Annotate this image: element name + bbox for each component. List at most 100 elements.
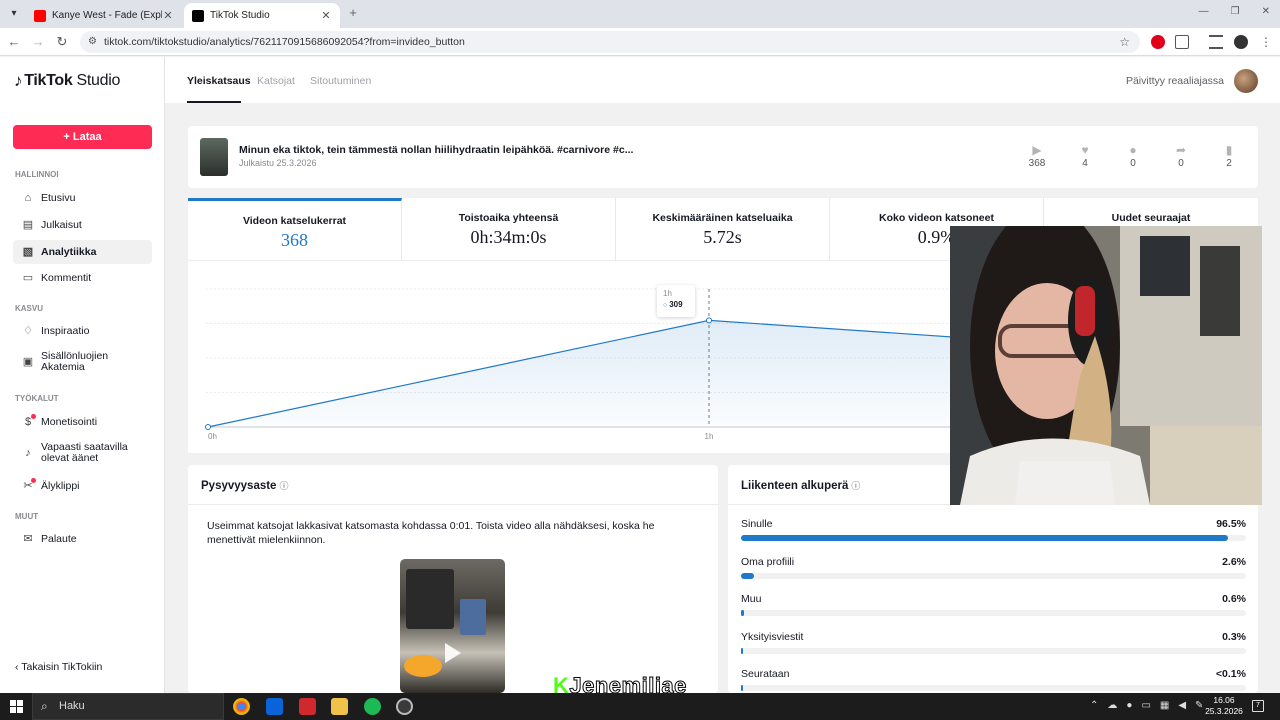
clock-date: 25.3.2026 bbox=[1205, 706, 1243, 716]
back-to-tiktok-link[interactable]: ‹ Takaisin TikTokiin bbox=[15, 661, 102, 673]
tab-list-chevron-icon[interactable]: ▾ bbox=[6, 6, 22, 22]
app-l-taskbar-icon[interactable] bbox=[299, 698, 316, 715]
sidebar-item-monetization[interactable]: $ Monetisointi bbox=[13, 410, 152, 434]
posts-icon: ▤ bbox=[22, 219, 34, 231]
source-name: Yksityisviestit bbox=[741, 630, 804, 643]
info-icon[interactable]: ⓘ bbox=[851, 481, 860, 491]
sidebar-item-label: Palaute bbox=[41, 533, 77, 545]
bookmark-icon: ▮ bbox=[1225, 143, 1233, 157]
media-control-icon[interactable] bbox=[1209, 35, 1223, 49]
windows-start-icon[interactable] bbox=[10, 700, 23, 713]
metric-watch-time[interactable]: Toistoaika yhteensä 0h:34m:0s bbox=[402, 198, 616, 261]
metric-avg-watch-time[interactable]: Keskimääräinen katseluaika 5.72s bbox=[616, 198, 830, 261]
sidebar-item-academy[interactable]: ▣ Sisällönluojien Akatemia bbox=[13, 346, 152, 378]
stat-views: ▶ 368 bbox=[1022, 142, 1052, 169]
chrome-taskbar-icon[interactable] bbox=[233, 698, 250, 715]
logo-suffix: Studio bbox=[76, 72, 121, 89]
back-label: Takaisin TikTokiin bbox=[21, 661, 103, 673]
source-value: 2.6% bbox=[1222, 555, 1246, 568]
retention-title: Pysyvyysaste ⓘ bbox=[201, 479, 288, 492]
taskbar-clock[interactable]: 16.06 25.3.2026 bbox=[1204, 695, 1244, 717]
tiktok-studio-logo[interactable]: ♪ TikTok Studio bbox=[14, 71, 120, 91]
browser-tab-bar: ▾ Kanye West - Fade (Explicit) - YouTube… bbox=[0, 0, 1280, 28]
reload-icon[interactable]: ↻ bbox=[54, 34, 70, 50]
data-point[interactable] bbox=[706, 317, 712, 324]
browser-tab-tiktok-studio[interactable]: TikTok Studio ✕ bbox=[184, 3, 340, 28]
progress-fill bbox=[741, 647, 743, 654]
tab-viewers[interactable]: Katsojat bbox=[257, 75, 295, 87]
sidebar-item-comments[interactable]: ▭ Kommentit bbox=[13, 266, 152, 290]
tab-engagement[interactable]: Sitoutuminen bbox=[310, 75, 371, 87]
stat-comments: ● 0 bbox=[1118, 142, 1148, 169]
play-icon[interactable] bbox=[445, 643, 461, 663]
extensions-puzzle-icon[interactable] bbox=[1175, 35, 1189, 49]
progress-fill bbox=[741, 572, 755, 579]
close-window-icon[interactable]: ✕ bbox=[1262, 6, 1270, 17]
video-frame-bowl bbox=[404, 655, 442, 677]
obs-taskbar-icon[interactable] bbox=[396, 698, 413, 715]
profile-icon[interactable] bbox=[1234, 35, 1248, 49]
progress-track bbox=[741, 572, 1246, 579]
source-value: 0.3% bbox=[1222, 630, 1246, 643]
info-icon[interactable]: ⓘ bbox=[279, 481, 288, 491]
pen-icon[interactable]: ✎ bbox=[1195, 700, 1203, 711]
retention-video-preview[interactable] bbox=[400, 559, 505, 693]
url-text: tiktok.com/tiktokstudio/analytics/762117… bbox=[104, 36, 465, 48]
forward-arrow-icon[interactable]: → bbox=[30, 34, 46, 50]
microphone-icon[interactable]: ● bbox=[1126, 700, 1132, 711]
taskbar-search[interactable]: ⌕ Haku bbox=[32, 693, 224, 720]
address-bar: ← → ↻ ⚙ tiktok.com/tiktokstudio/analytic… bbox=[0, 28, 1280, 56]
sidebar-item-posts[interactable]: ▤ Julkaisut bbox=[13, 213, 152, 237]
youtube-favicon-icon bbox=[34, 9, 46, 22]
opera-extension-icon[interactable] bbox=[1151, 35, 1165, 49]
avatar[interactable] bbox=[1234, 69, 1258, 93]
bookmark-star-icon[interactable]: ☆ bbox=[1119, 31, 1130, 53]
speaker-icon[interactable]: ◀ bbox=[1178, 700, 1186, 711]
notification-center-icon[interactable]: 7 bbox=[1252, 700, 1264, 712]
restore-icon[interactable]: ❐ bbox=[1231, 6, 1240, 17]
stat-saves: ▮ 2 bbox=[1214, 142, 1244, 169]
close-tab-icon[interactable]: ✕ bbox=[162, 9, 174, 22]
outlook-taskbar-icon[interactable] bbox=[266, 698, 283, 715]
comment-icon: ▭ bbox=[22, 272, 34, 284]
close-tab-icon[interactable]: ✕ bbox=[320, 9, 332, 22]
tiktok-favicon-icon bbox=[192, 9, 204, 22]
back-arrow-icon[interactable]: ← bbox=[6, 34, 22, 50]
progress-track bbox=[741, 647, 1246, 654]
cloud-icon[interactable]: ☁ bbox=[1107, 700, 1117, 711]
system-tray: ⌃ ☁ ● ▭ ▦ ◀ ✎ bbox=[1090, 700, 1203, 711]
network-icon[interactable]: ▦ bbox=[1160, 700, 1169, 711]
sidebar-item-analytics[interactable]: ▧ Analytiikka bbox=[13, 240, 152, 264]
display-icon[interactable]: ▭ bbox=[1141, 700, 1150, 711]
url-field[interactable]: ⚙ tiktok.com/tiktokstudio/analytics/7621… bbox=[80, 31, 1140, 53]
metric-views[interactable]: Videon katselukerrat 368 bbox=[188, 198, 402, 261]
chevron-up-icon[interactable]: ⌃ bbox=[1090, 700, 1098, 711]
tab-overview[interactable]: Yleiskatsaus bbox=[187, 75, 251, 87]
sidebar-item-smartclip[interactable]: ✂ Älyklippi bbox=[13, 474, 152, 498]
sidebar-item-label: Sisällönluojien Akatemia bbox=[41, 350, 109, 373]
realtime-status: Päivittyy reaaliajassa bbox=[1125, 75, 1224, 87]
traffic-title-text: Liikenteen alkuperä bbox=[741, 480, 849, 492]
browser-tab-youtube[interactable]: Kanye West - Fade (Explicit) - YouTube ✕ bbox=[26, 3, 182, 28]
minimize-icon[interactable]: — bbox=[1199, 6, 1209, 17]
sidebar-item-label: Julkaisut bbox=[41, 219, 82, 231]
new-tab-button[interactable]: + bbox=[345, 5, 361, 21]
sidebar-item-inspiration[interactable]: ♢ Inspiraatio bbox=[13, 319, 152, 343]
metric-value: 5.72s bbox=[703, 227, 742, 247]
sidebar-item-feedback[interactable]: ✉ Palaute bbox=[13, 527, 152, 551]
sidebar-item-home[interactable]: ⌂ Etusivu bbox=[13, 186, 152, 210]
webcam-feed-image bbox=[950, 226, 1262, 505]
data-point[interactable] bbox=[205, 424, 211, 430]
site-info-icon[interactable]: ⚙ bbox=[88, 31, 97, 53]
analytics-top-bar: Yleiskatsaus Katsojat Sitoutuminen Päivi… bbox=[165, 57, 1280, 103]
spotify-taskbar-icon[interactable] bbox=[364, 698, 381, 715]
chart-tooltip: 1h 309 bbox=[657, 285, 695, 317]
video-thumbnail[interactable] bbox=[200, 138, 228, 176]
sidebar-item-sounds[interactable]: ♪ Vapaasti saatavilla olevat äänet bbox=[13, 437, 152, 469]
metric-value: 0h:34m:0s bbox=[470, 227, 547, 247]
menu-kebab-icon[interactable]: ⋮ bbox=[1259, 35, 1273, 49]
upload-button[interactable]: + Lataa bbox=[13, 125, 152, 149]
file-explorer-taskbar-icon[interactable] bbox=[331, 698, 348, 715]
dollar-icon: $ bbox=[22, 414, 36, 428]
metric-label: Toistoaika yhteensä bbox=[458, 212, 559, 224]
